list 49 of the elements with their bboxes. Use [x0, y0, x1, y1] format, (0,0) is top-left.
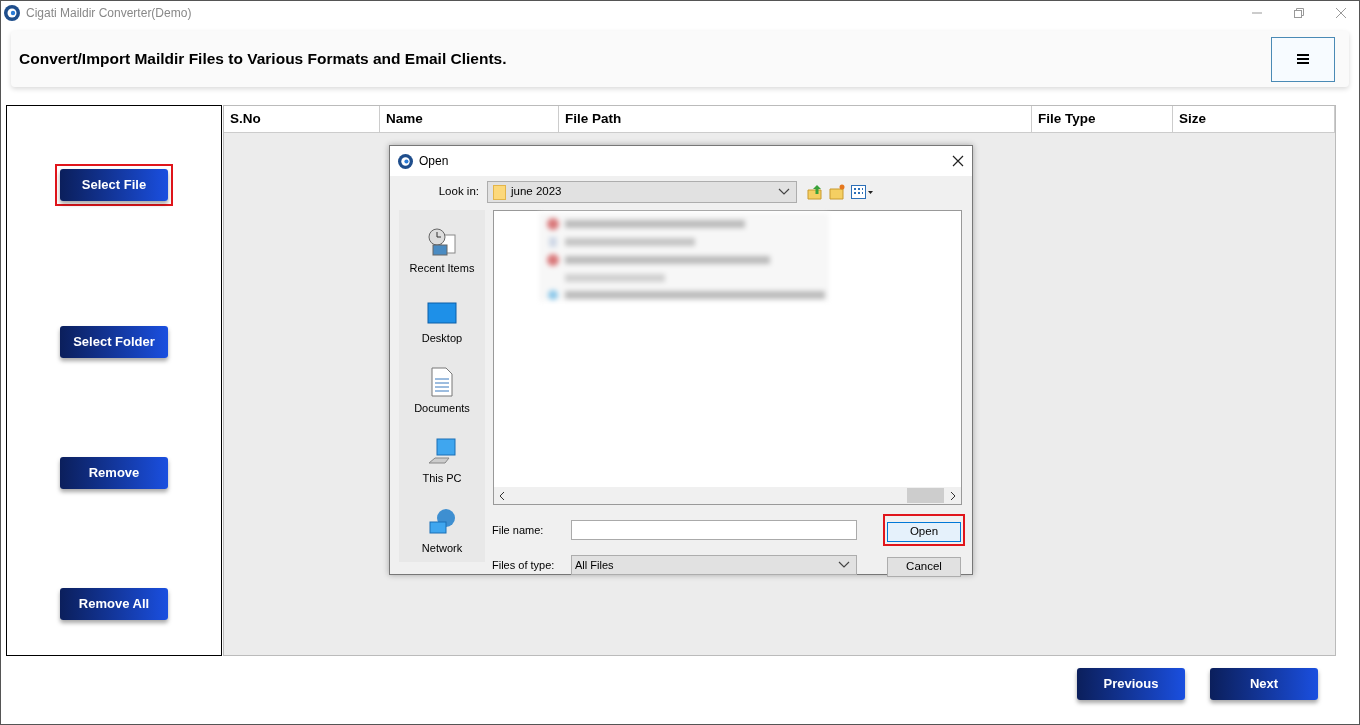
- scroll-right-icon[interactable]: [949, 490, 957, 501]
- side-button[interactable]: Select File: [60, 169, 168, 201]
- side-button[interactable]: Remove All: [60, 588, 168, 620]
- scroll-left-icon[interactable]: [498, 490, 506, 501]
- clock-document-icon: [427, 226, 457, 257]
- app-logo-icon: [4, 5, 20, 21]
- computer-icon: [427, 436, 457, 467]
- look-in-label: Look in:: [437, 184, 480, 200]
- menu-button[interactable]: [1271, 36, 1335, 82]
- open-button[interactable]: Open: [887, 521, 961, 542]
- nav-button[interactable]: Previous: [1077, 668, 1185, 700]
- column-header: Name: [380, 106, 559, 133]
- file-name-label: File name:: [492, 522, 545, 538]
- cancel-button[interactable]: Cancel: [887, 556, 961, 577]
- window-title: Cigati Maildir Converter(Demo): [26, 5, 192, 22]
- up-folder-icon[interactable]: [807, 184, 823, 200]
- place-item[interactable]: Documents: [414, 364, 470, 416]
- scrollbar-thumb[interactable]: [907, 488, 944, 503]
- dialog-title: Open: [419, 153, 449, 170]
- app-logo-icon: [398, 153, 413, 169]
- file-name-field[interactable]: [571, 520, 857, 540]
- file-type-dropdown[interactable]: All Files: [571, 555, 857, 575]
- column-header: Size: [1173, 106, 1335, 133]
- close-icon[interactable]: [952, 155, 964, 167]
- menu-icon: [1297, 54, 1309, 64]
- header-title: Convert/Import Maildir Files to Various Formats and Email Clients.: [19, 49, 507, 70]
- view-menu-icon[interactable]: [851, 185, 873, 199]
- place-item[interactable]: This PC: [422, 434, 462, 486]
- horizontal-scrollbar[interactable]: [494, 487, 961, 504]
- folder-icon: [493, 184, 506, 200]
- place-item[interactable]: Desktop: [421, 294, 463, 346]
- files-of-type-label: Files of type:: [492, 557, 556, 573]
- side-button[interactable]: Select Folder: [60, 326, 168, 358]
- nav-button[interactable]: Next: [1210, 668, 1318, 700]
- side-button[interactable]: Remove: [60, 457, 168, 489]
- column-header: File Path: [559, 106, 1032, 133]
- new-folder-icon[interactable]: [829, 184, 845, 200]
- place-item[interactable]: Recent Items: [409, 224, 475, 276]
- desktop-icon: [427, 300, 457, 327]
- network-icon: [427, 506, 457, 537]
- dropdown-caret-icon: [838, 561, 850, 569]
- restore-icon[interactable]: [1293, 7, 1305, 19]
- dropdown-caret-icon: [778, 188, 790, 196]
- look-in-value: june 2023: [511, 184, 562, 200]
- column-header: File Type: [1032, 106, 1173, 133]
- column-header: S.No: [224, 106, 380, 133]
- document-icon: [430, 366, 454, 397]
- look-in-dropdown[interactable]: june 2023: [487, 181, 797, 203]
- place-item[interactable]: Network: [421, 504, 463, 556]
